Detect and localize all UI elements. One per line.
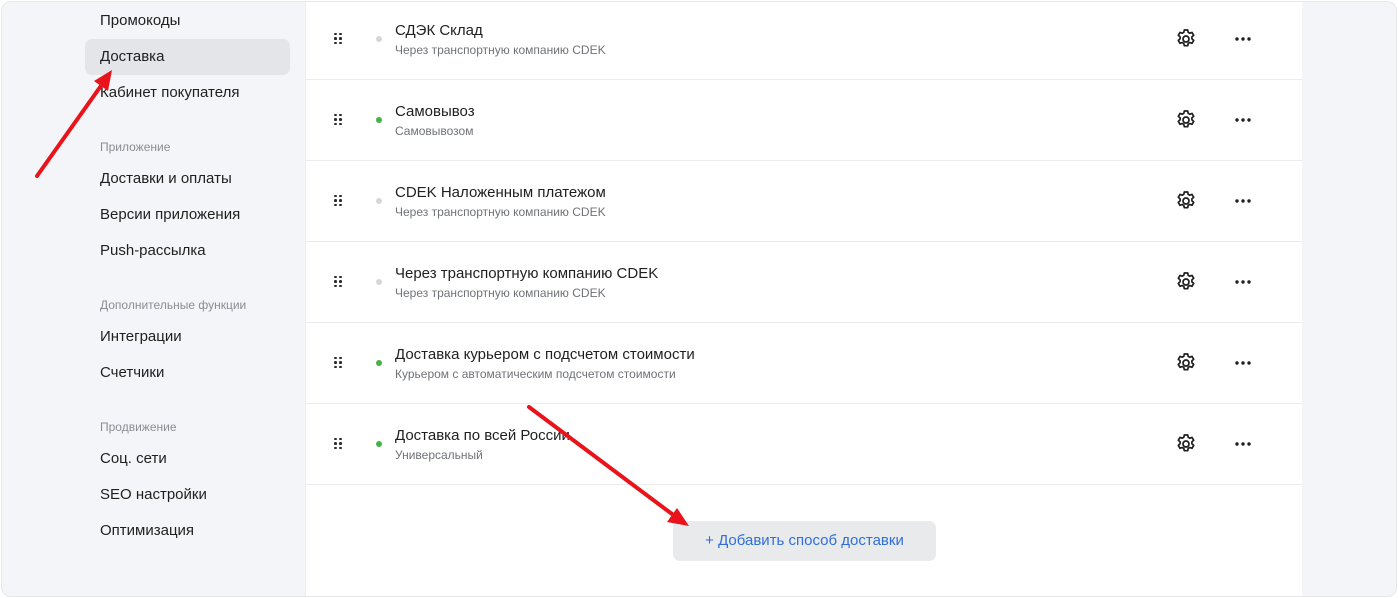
status-dot: [376, 35, 382, 42]
delivery-method-title[interactable]: Доставка курьером с подсчетом стоимости: [395, 346, 695, 363]
gear-icon[interactable]: [1174, 270, 1198, 294]
drag-handle-icon[interactable]: [334, 194, 344, 207]
delivery-method-title[interactable]: CDEK Наложенным платежом: [395, 184, 606, 201]
sidebar-group-app: Приложение: [100, 140, 171, 154]
delivery-method-row[interactable]: Доставка по всей России Универсальный: [306, 403, 1302, 485]
sidebar-item-social[interactable]: Соц. сети: [85, 441, 290, 477]
more-dots-icon[interactable]: [1231, 27, 1255, 51]
delivery-method-subtitle: Курьером с автоматическим подсчетом стои…: [395, 367, 676, 381]
sidebar-item-customer-cabinet[interactable]: Кабинет покупателя: [85, 75, 290, 111]
gear-icon[interactable]: [1174, 189, 1198, 213]
status-dot: [376, 440, 382, 447]
delivery-method-title[interactable]: СДЭК Склад: [395, 22, 483, 39]
drag-handle-icon[interactable]: [334, 113, 344, 126]
drag-handle-icon[interactable]: [334, 437, 344, 450]
sidebar-item-delivery[interactable]: Доставка: [85, 39, 290, 75]
delivery-methods-panel: СДЭК Склад Через транспортную компанию CD…: [305, 2, 1303, 596]
sidebar-item-optimization[interactable]: Оптимизация: [85, 513, 290, 549]
delivery-method-title[interactable]: Через транспортную компанию CDEK: [395, 265, 658, 282]
right-gutter: [1302, 2, 1396, 596]
sidebar-item-integrations[interactable]: Интеграции: [85, 319, 290, 355]
status-dot: [376, 116, 382, 123]
sidebar-item-counters[interactable]: Счетчики: [85, 355, 290, 391]
gear-icon[interactable]: [1174, 27, 1198, 51]
delivery-method-title[interactable]: Самовывоз: [395, 103, 475, 120]
drag-handle-icon[interactable]: [334, 356, 344, 369]
sidebar-item-app-versions[interactable]: Версии приложения: [85, 197, 290, 233]
delivery-method-subtitle: Через транспортную компанию CDEK: [395, 43, 606, 57]
add-delivery-method-button[interactable]: + Добавить способ доставки: [673, 521, 936, 561]
sidebar-group-promotion: Продвижение: [100, 420, 177, 434]
app-frame: Промокоды Доставка Кабинет покупателя Пр…: [1, 1, 1397, 597]
gear-icon[interactable]: [1174, 432, 1198, 456]
more-dots-icon[interactable]: [1231, 432, 1255, 456]
settings-sidebar: Промокоды Доставка Кабинет покупателя Пр…: [2, 2, 305, 596]
gear-icon[interactable]: [1174, 108, 1198, 132]
sidebar-item-promocodes[interactable]: Промокоды: [85, 3, 290, 39]
drag-handle-icon[interactable]: [334, 275, 344, 288]
delivery-method-subtitle: Через транспортную компанию CDEK: [395, 205, 606, 219]
more-dots-icon[interactable]: [1231, 270, 1255, 294]
sidebar-item-push[interactable]: Push-рассылка: [85, 233, 290, 269]
delivery-method-title[interactable]: Доставка по всей России: [395, 427, 570, 444]
sidebar-item-seo[interactable]: SEO настройки: [85, 477, 290, 513]
delivery-method-row[interactable]: CDEK Наложенным платежом Через транспортн…: [306, 160, 1302, 242]
status-dot: [376, 359, 382, 366]
delivery-method-row[interactable]: Самовывоз Самовывозом: [306, 79, 1302, 161]
delivery-method-row[interactable]: СДЭК Склад Через транспортную компанию CD…: [306, 2, 1302, 80]
status-dot: [376, 278, 382, 285]
delivery-method-subtitle: Самовывозом: [395, 124, 474, 138]
status-dot: [376, 197, 382, 204]
delivery-method-row[interactable]: Доставка курьером с подсчетом стоимости К…: [306, 322, 1302, 404]
drag-handle-icon[interactable]: [334, 32, 344, 45]
sidebar-group-extra: Дополнительные функции: [100, 298, 247, 312]
more-dots-icon[interactable]: [1231, 189, 1255, 213]
more-dots-icon[interactable]: [1231, 108, 1255, 132]
more-dots-icon[interactable]: [1231, 351, 1255, 375]
delivery-method-subtitle: Универсальный: [395, 448, 483, 462]
gear-icon[interactable]: [1174, 351, 1198, 375]
delivery-method-row[interactable]: Через транспортную компанию CDEK Через тр…: [306, 241, 1302, 323]
delivery-method-subtitle: Через транспортную компанию CDEK: [395, 286, 606, 300]
sidebar-item-delivery-payments[interactable]: Доставки и оплаты: [85, 161, 290, 197]
